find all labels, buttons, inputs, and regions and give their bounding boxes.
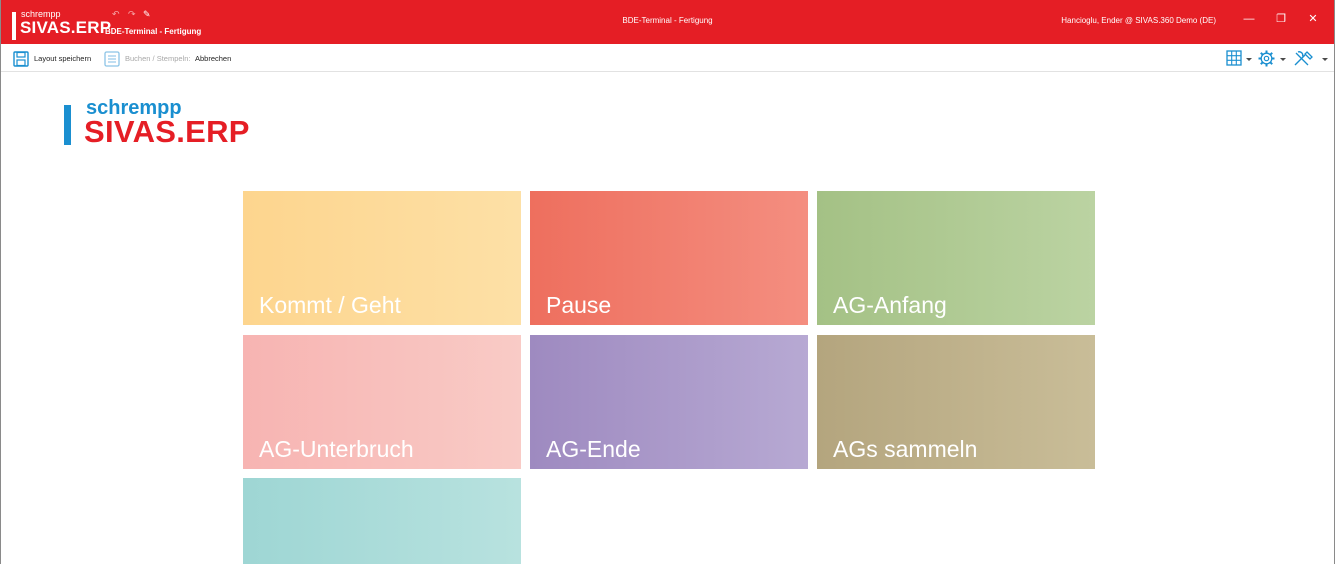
save-layout-button[interactable]: Layout speichern: [34, 54, 91, 64]
book-stamp-label: Buchen / Stempeln:: [125, 54, 191, 63]
tile-ag-unterbruch[interactable]: AG-Unterbruch: [243, 335, 521, 469]
tile-label: AG-Ende: [546, 436, 641, 462]
minimize-button[interactable]: —: [1242, 13, 1256, 25]
tile-pause[interactable]: Pause: [530, 191, 808, 325]
tools-icon[interactable]: [1293, 50, 1315, 72]
gear-dropdown-chevron-icon[interactable]: [1280, 58, 1286, 61]
tile-label: Kommt / Geht: [259, 292, 401, 318]
tile-label: AGs sammeln: [833, 436, 978, 462]
gear-icon[interactable]: [1258, 50, 1275, 72]
title-bar: schrempp SIVAS.ERP BDE-Terminal - Fertig…: [1, 0, 1334, 44]
app-window: schrempp SIVAS.ERP BDE-Terminal - Fertig…: [0, 0, 1335, 564]
tile-ag-anfang[interactable]: AG-Anfang: [817, 191, 1095, 325]
logo-mark: [64, 105, 71, 145]
tile-label: AG-Unterbruch: [259, 436, 414, 462]
restore-button[interactable]: ❐: [1274, 13, 1288, 25]
tools-dropdown-chevron-icon[interactable]: [1322, 58, 1328, 61]
tile-ags-sammeln[interactable]: AGs sammeln: [817, 335, 1095, 469]
close-button[interactable]: ✕: [1306, 13, 1320, 25]
save-icon[interactable]: [13, 51, 29, 72]
title-subtitle: BDE-Terminal - Fertigung: [105, 27, 202, 36]
tile-label: Pause: [546, 292, 612, 318]
tile-label: AG-Anfang: [833, 292, 947, 318]
cancel-button[interactable]: Abbrechen: [195, 54, 231, 64]
grid-dropdown-chevron-icon[interactable]: [1246, 58, 1252, 61]
book-stamp-icon: [104, 51, 120, 72]
tile-ag-ende[interactable]: AG-Ende: [530, 335, 808, 469]
toolbar: Layout speichern Buchen / Stempeln: Abbr…: [1, 44, 1334, 72]
logo-big-text: SIVAS.ERP: [84, 114, 250, 149]
tile-kommt-geht[interactable]: Kommt / Geht: [243, 191, 521, 325]
tile-unlabeled[interactable]: [243, 478, 521, 564]
user-info: Hancioglu, Ender @ SIVAS.360 Demo (DE): [1061, 16, 1216, 25]
grid-icon[interactable]: [1226, 50, 1242, 71]
